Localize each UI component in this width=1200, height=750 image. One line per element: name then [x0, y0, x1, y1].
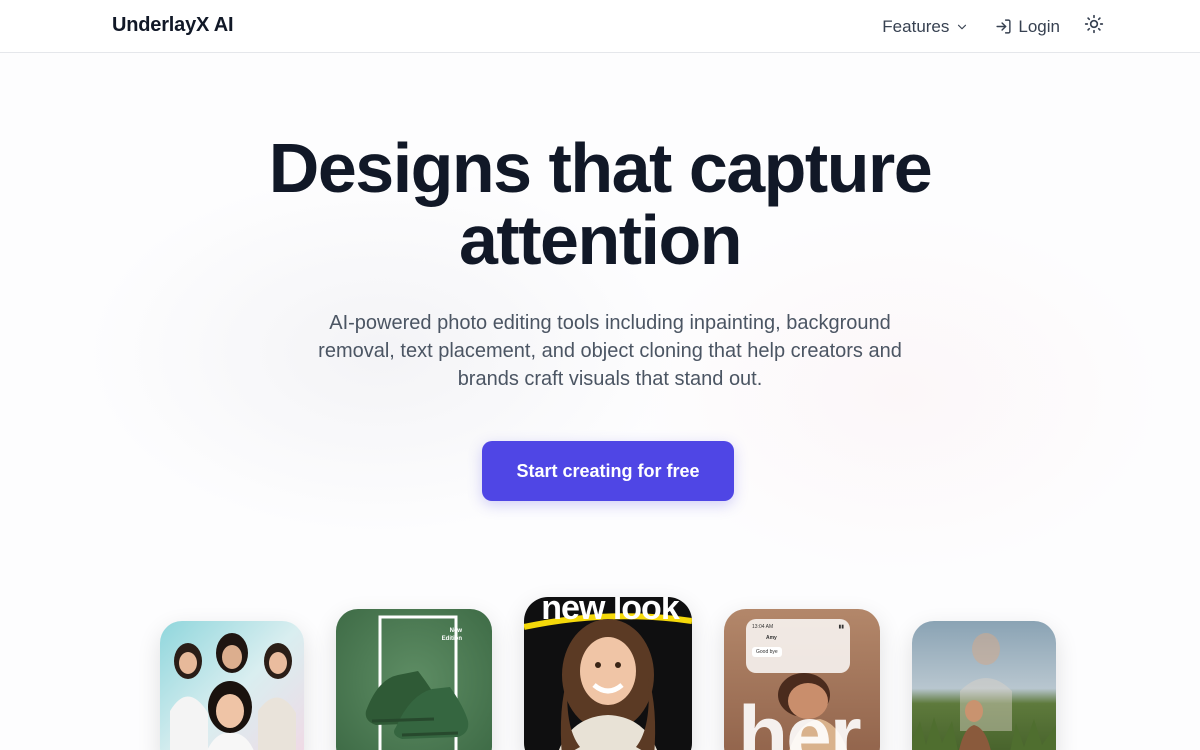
- chat-bubble: 13:04 AM ▮▮ Amy Good bye: [746, 619, 850, 673]
- login-button[interactable]: Login: [995, 17, 1060, 37]
- hero-title: Designs that capture attention: [0, 132, 1200, 276]
- theme-toggle-button[interactable]: [1084, 14, 1104, 39]
- sun-icon: [1084, 14, 1104, 39]
- new-look-overlay-text: new look: [541, 597, 679, 627]
- login-arrow-icon: [995, 18, 1012, 35]
- hero-title-line-2: attention: [458, 201, 743, 279]
- features-menu-button[interactable]: Features: [882, 17, 969, 37]
- start-creating-button[interactable]: Start creating for free: [482, 441, 734, 501]
- brand-logo[interactable]: UnderlayX AI: [112, 14, 234, 37]
- showcase-card-sneakers[interactable]: New Edition: [336, 609, 492, 750]
- chat-time: 13:04 AM: [752, 624, 774, 630]
- new-edition-label: New Edition: [441, 628, 462, 642]
- chat-message: Good bye: [752, 647, 782, 657]
- chat-contact-name: Amy: [766, 635, 777, 641]
- her-overlay-text: her: [738, 690, 862, 750]
- field-photo-image: [912, 621, 1056, 750]
- top-navbar: UnderlayX AI Features Login: [0, 0, 1200, 53]
- chat-status-bar: 13:04 AM ▮▮: [752, 624, 844, 630]
- hero-title-line-1: Designs that capture: [268, 129, 933, 207]
- showcase-card-field[interactable]: [912, 621, 1056, 750]
- sneakers-image: [336, 609, 492, 750]
- phone-status-icon: ▮▮: [838, 624, 844, 630]
- login-label: Login: [1018, 16, 1060, 36]
- hero-subtitle: AI-powered photo editing tools including…: [318, 312, 902, 390]
- showcase-card-chat[interactable]: 13:04 AM ▮▮ Amy Good bye her: [724, 609, 880, 750]
- features-label: Features: [882, 16, 950, 36]
- chevron-down-icon: [955, 20, 969, 34]
- nav-links: Features Login: [882, 14, 1104, 39]
- showcase-card-group-photo[interactable]: [160, 621, 304, 750]
- group-photo-image: [160, 621, 304, 750]
- showcase-card-portrait[interactable]: new look: [524, 597, 692, 750]
